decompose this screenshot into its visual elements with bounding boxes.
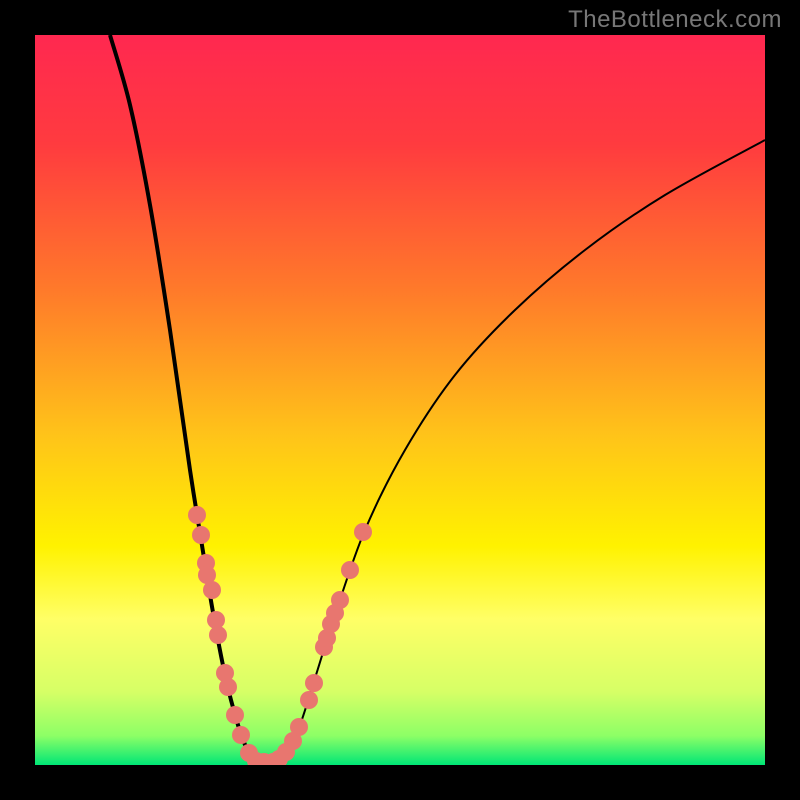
bottleneck-chart <box>35 35 765 765</box>
data-point <box>300 691 318 709</box>
gradient-background <box>35 35 765 765</box>
data-point <box>226 706 244 724</box>
data-point <box>290 718 308 736</box>
plot-area <box>35 35 765 765</box>
data-point <box>219 678 237 696</box>
data-point <box>188 506 206 524</box>
watermark-label: TheBottleneck.com <box>568 6 782 34</box>
data-point <box>232 726 250 744</box>
chart-frame: TheBottleneck.com <box>0 0 800 800</box>
data-point <box>305 674 323 692</box>
data-point <box>341 561 359 579</box>
data-point <box>192 526 210 544</box>
data-point <box>209 626 227 644</box>
data-point <box>331 591 349 609</box>
data-point <box>354 523 372 541</box>
data-point <box>203 581 221 599</box>
